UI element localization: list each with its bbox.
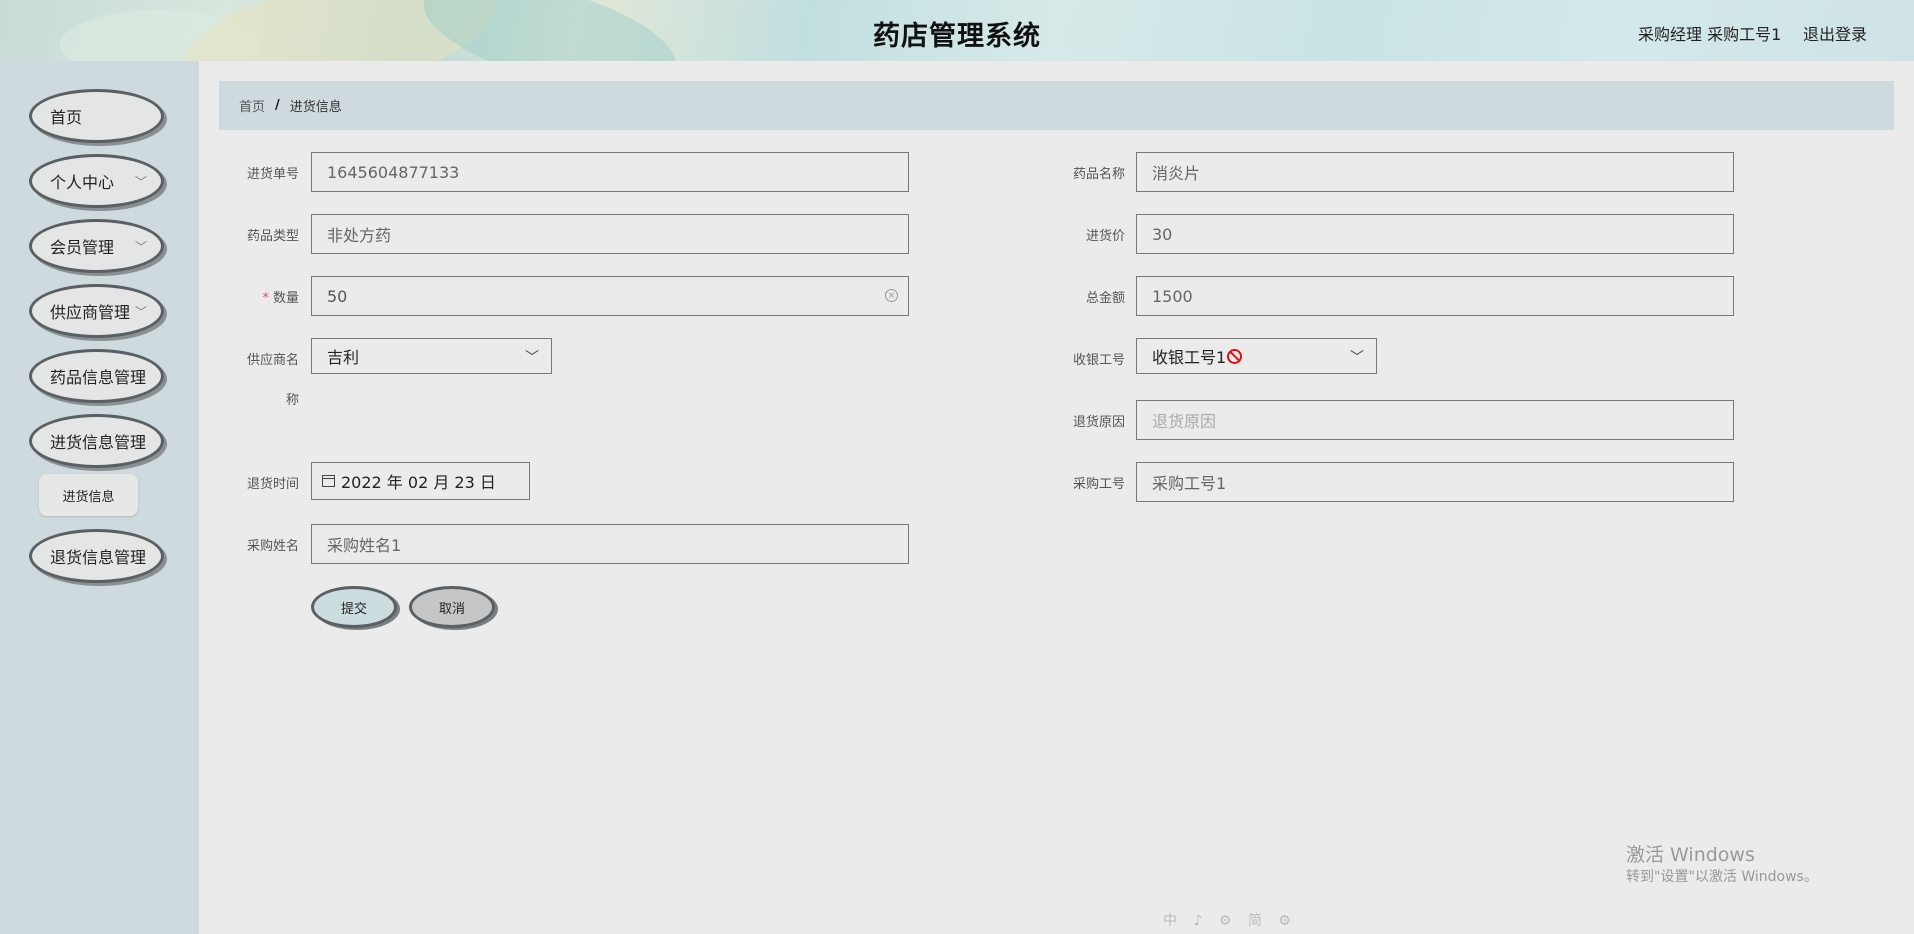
sidebar-item-label: 退货信息管理 <box>50 548 147 567</box>
cashier-no-value: 收银工号1 <box>1152 348 1227 367</box>
drug-name-label: 药品名称 <box>1072 167 1125 182</box>
sidebar: 首页 个人中心 ﹀ 会员管理 ﹀ 供应商管理 ﹀ 药品信息管理 进货信息管理 进… <box>0 61 199 934</box>
breadcrumb: 首页 / 进货信息 <box>219 81 1894 130</box>
return-time-picker[interactable]: 2022 年 02 月 23 日 <box>311 462 530 500</box>
chevron-down-icon: ﹀ <box>134 240 147 254</box>
cashier-no-select[interactable]: 收银工号1 ﹀ <box>1136 338 1377 374</box>
buyer-name-label: 采购姓名 <box>246 539 299 554</box>
sidebar-item-label: 会员管理 <box>50 238 115 257</box>
sidebar-item-label: 首页 <box>50 108 83 127</box>
sidebar-subitem-purchase-info[interactable]: 进货信息 <box>39 474 138 516</box>
purchase-price-input[interactable]: 30 <box>1136 214 1734 254</box>
sidebar-item-label: 药品信息管理 <box>50 368 147 387</box>
breadcrumb-separator: / <box>275 98 280 113</box>
purchase-price-label: 进货价 <box>1085 229 1125 244</box>
activation-watermark-title: 激活 Windows <box>1626 844 1755 866</box>
activation-watermark-subtitle: 转到"设置"以激活 Windows。 <box>1626 869 1818 885</box>
order-no-label: 进货单号 <box>246 167 299 182</box>
sidebar-item-personal-center[interactable]: 个人中心 ﹀ <box>29 154 164 208</box>
return-time-label: 退货时间 <box>246 477 299 492</box>
buyer-name-input[interactable]: 采购姓名1 <box>311 524 909 564</box>
return-reason-label: 退货原因 <box>1072 415 1125 430</box>
quantity-input[interactable]: 50 × <box>311 276 909 316</box>
quantity-label: * 数量 <box>219 287 299 306</box>
total-amount-label: 总金额 <box>1085 291 1125 306</box>
submit-button[interactable]: 提交 <box>311 586 397 628</box>
cancel-button[interactable]: 取消 <box>409 586 495 628</box>
app-title: 药店管理系统 <box>873 21 1041 52</box>
chevron-down-icon: ﹀ <box>134 305 147 319</box>
buyer-no-label: 采购工号 <box>1072 477 1125 492</box>
logout-link[interactable]: 退出登录 <box>1803 21 1867 45</box>
sidebar-item-label: 个人中心 <box>50 173 115 192</box>
breadcrumb-home[interactable]: 首页 <box>239 96 265 115</box>
ime-toolbar: 中 ♪ ⚙ 简 ⚙ <box>1163 913 1297 929</box>
total-amount-input[interactable]: 1500 <box>1136 276 1734 316</box>
buyer-no-input[interactable]: 采购工号1 <box>1136 462 1734 502</box>
current-user: 采购经理 采购工号1 <box>1638 25 1782 44</box>
supplier-label-cont: 称 <box>285 393 299 408</box>
drug-name-input[interactable]: 消炎片 <box>1136 152 1734 192</box>
chevron-down-icon: ﹀ <box>1350 350 1364 366</box>
sidebar-item-label: 供应商管理 <box>50 303 131 322</box>
cashier-no-label: 收银工号 <box>1072 353 1125 368</box>
return-reason-input[interactable]: 退货原因 <box>1136 400 1734 440</box>
required-mark: * <box>262 291 269 306</box>
supplier-label: 供应商名 <box>246 353 299 368</box>
sidebar-item-drug-info-management[interactable]: 药品信息管理 <box>29 349 164 403</box>
sidebar-item-return-info-management[interactable]: 退货信息管理 <box>29 529 164 583</box>
return-time-value: 2022 年 02 月 23 日 <box>341 473 496 492</box>
quantity-label-text: 数量 <box>272 291 299 306</box>
clear-icon[interactable]: × <box>885 289 898 302</box>
supplier-select[interactable]: 吉利 ﹀ <box>311 338 552 374</box>
calendar-icon <box>322 475 335 487</box>
sidebar-item-member-management[interactable]: 会员管理 ﹀ <box>29 219 164 273</box>
drug-type-label: 药品类型 <box>246 229 299 244</box>
sidebar-item-label: 进货信息管理 <box>50 433 147 452</box>
top-header: 药店管理系统 采购经理 采购工号1 退出登录 <box>0 0 1914 61</box>
supplier-select-value: 吉利 <box>327 348 360 367</box>
drug-type-input[interactable]: 非处方药 <box>311 214 909 254</box>
order-no-input[interactable]: 1645604877133 <box>311 152 909 192</box>
not-allowed-icon <box>1227 348 1243 364</box>
quantity-value: 50 <box>327 286 348 306</box>
chevron-down-icon: ﹀ <box>134 175 147 189</box>
breadcrumb-current: 进货信息 <box>289 100 342 115</box>
sidebar-item-supplier-management[interactable]: 供应商管理 ﹀ <box>29 284 164 338</box>
sidebar-item-purchase-info-management[interactable]: 进货信息管理 <box>29 414 164 468</box>
chevron-down-icon: ﹀ <box>525 350 539 366</box>
sidebar-item-home[interactable]: 首页 <box>29 89 164 143</box>
